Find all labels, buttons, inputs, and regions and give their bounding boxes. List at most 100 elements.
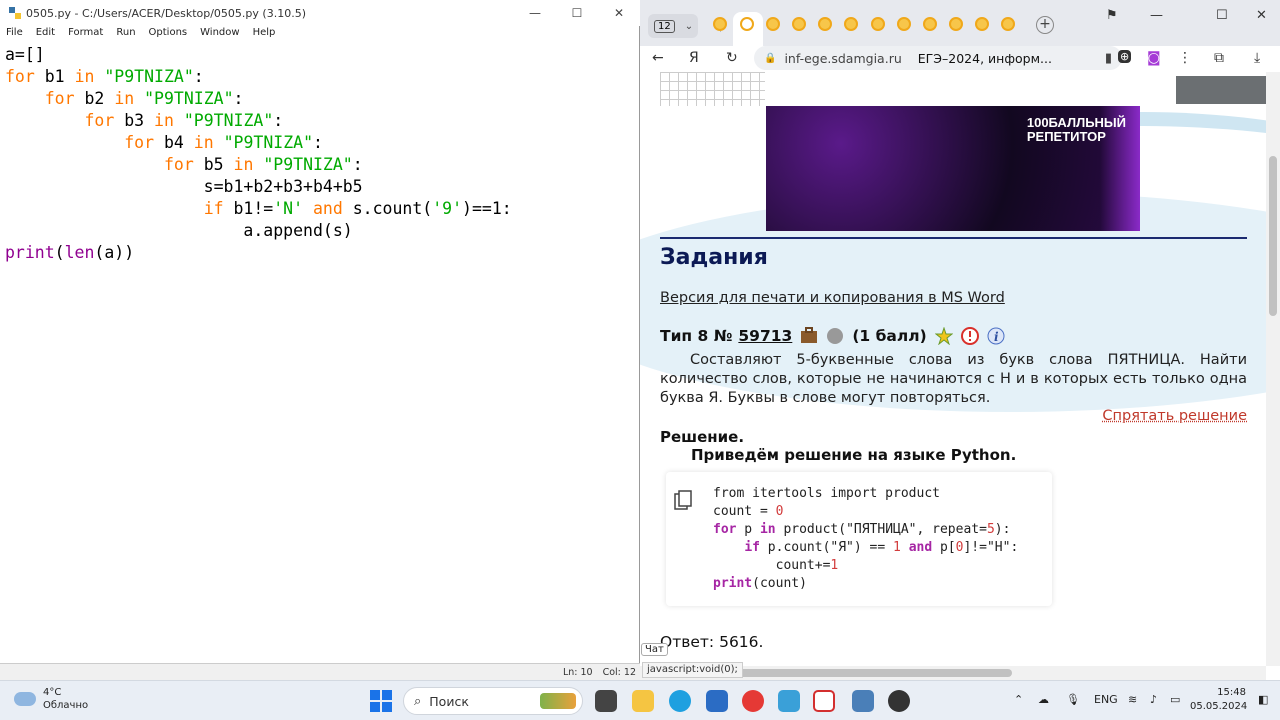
task-type: Тип 8 №: [660, 327, 733, 345]
page-title: ЕГЭ–2024, информ...: [917, 50, 1052, 66]
reload-icon[interactable]: ↻: [726, 50, 738, 66]
download-icon[interactable]: ⤓: [1254, 50, 1260, 66]
tab-favicon[interactable]: [792, 17, 806, 31]
yandex-active-icon[interactable]: [813, 690, 835, 712]
print-version-link[interactable]: Версия для печати и копирования в MS Wor…: [660, 290, 1005, 306]
yandex-icon[interactable]: Я: [689, 50, 699, 66]
alice-icon[interactable]: ◙: [1147, 50, 1161, 66]
windows-logo-pane: [370, 690, 380, 700]
code-line[interactable]: if b1!='N' and s.count('9')==1:: [5, 198, 638, 220]
code-line[interactable]: a=[]: [5, 44, 638, 66]
advertisement-banner[interactable]: 100БАЛЛЬНЫЙ РЕПЕТИТОР: [766, 106, 1140, 231]
tab-strip: 12 ⌄ + ⚑ — ☐ ✕: [640, 0, 1280, 46]
site-logo-grid: [660, 72, 765, 106]
system-clock[interactable]: 15:48 05.05.2024: [1190, 686, 1247, 714]
back-icon[interactable]: ←: [652, 50, 664, 66]
menu-run[interactable]: Run: [110, 26, 142, 42]
info-icon[interactable]: i: [987, 327, 1005, 345]
app-icon[interactable]: [778, 690, 800, 712]
tab-favicon[interactable]: [923, 17, 937, 31]
obs-icon[interactable]: [888, 690, 910, 712]
tab-favicon[interactable]: [766, 17, 780, 31]
task-view-icon[interactable]: [595, 690, 617, 712]
maximize-icon[interactable]: ☐: [556, 0, 598, 26]
python-icon: [9, 7, 21, 19]
task-header: Тип 8 № 59713 (1 балл) i: [660, 327, 1005, 345]
vertical-scrollbar[interactable]: [1266, 72, 1280, 666]
scroll-thumb[interactable]: [732, 669, 1012, 677]
chevron-up-icon[interactable]: ⌃: [1014, 693, 1023, 706]
battery-icon[interactable]: ▭: [1170, 693, 1180, 706]
tab-favicon-active: [740, 17, 754, 31]
yandex-browser-icon[interactable]: [742, 690, 764, 712]
copy-icon[interactable]: [674, 490, 692, 510]
code-line[interactable]: for b5 in "P9TNIZA":: [5, 154, 638, 176]
hide-solution-link[interactable]: Спрятать решение: [1102, 408, 1247, 424]
tab-favicon[interactable]: [949, 17, 963, 31]
store-icon[interactable]: [706, 690, 728, 712]
code-line[interactable]: for b4 in "P9TNIZA":: [5, 132, 638, 154]
tab-favicon[interactable]: [844, 17, 858, 31]
code-line[interactable]: for b2 in "P9TNIZA":: [5, 88, 638, 110]
menu-help[interactable]: Help: [247, 26, 283, 42]
code-line[interactable]: for b3 in "P9TNIZA":: [5, 110, 638, 132]
maximize-icon[interactable]: ☐: [1216, 8, 1228, 23]
file-explorer-icon[interactable]: [632, 690, 654, 712]
report-error-icon[interactable]: [960, 327, 979, 345]
tab-favicon[interactable]: [871, 17, 885, 31]
edge-icon[interactable]: [669, 690, 691, 712]
language-indicator[interactable]: ENG: [1094, 693, 1118, 706]
collections-icon[interactable]: ⧉: [1214, 50, 1224, 66]
code-line[interactable]: a.append(s): [5, 220, 638, 242]
code-token: 'N': [273, 199, 304, 218]
tab-favicon[interactable]: [975, 17, 989, 31]
weather-widget[interactable]: 4°C Облачно: [14, 686, 88, 712]
code-token: for: [84, 111, 115, 130]
more-menu-icon[interactable]: ⋮: [1178, 50, 1192, 66]
close-icon[interactable]: ✕: [1256, 8, 1267, 23]
tab-favicon[interactable]: [818, 17, 832, 31]
code-line[interactable]: s=b1+b2+b3+b4+b5: [5, 176, 638, 198]
bookmark-icon[interactable]: ▮: [1105, 51, 1112, 66]
code-line[interactable]: for b1 in "P9TNIZA":: [5, 66, 638, 88]
code-line[interactable]: print(len(a)): [5, 242, 638, 264]
start-button[interactable]: [370, 690, 392, 712]
lock-icon[interactable]: 🔒: [764, 53, 776, 64]
briefcase-icon[interactable]: [800, 327, 818, 345]
tab-favicon[interactable]: [713, 17, 727, 31]
scroll-thumb[interactable]: [1269, 156, 1277, 316]
notifications-icon[interactable]: ◧: [1258, 693, 1268, 706]
address-bar[interactable]: 🔒 inf-ege.sdamgia.ru ЕГЭ–2024, информ...…: [754, 46, 1122, 70]
tab-favicon[interactable]: [897, 17, 911, 31]
menu-format[interactable]: Format: [62, 26, 110, 42]
bookmark-panel-icon[interactable]: ⚑: [1106, 8, 1118, 23]
menu-options[interactable]: Options: [143, 26, 195, 42]
minimize-icon[interactable]: —: [1150, 8, 1163, 23]
tab-favicon[interactable]: [1001, 17, 1015, 31]
python-taskbar-icon[interactable]: [852, 690, 874, 712]
zoom-icon[interactable]: ⊕: [1118, 50, 1132, 63]
star-icon[interactable]: [934, 327, 953, 345]
microphone-icon[interactable]: 🎙: [1066, 693, 1080, 706]
cloud-sync-icon[interactable]: ☁: [1038, 693, 1049, 706]
new-tab-button[interactable]: +: [1036, 16, 1054, 34]
code-editor[interactable]: a=[] for b1 in "P9TNIZA": for b2 in "P9TN…: [0, 42, 638, 662]
menu-file[interactable]: File: [0, 26, 30, 42]
tab-manager-button[interactable]: 12 ⌄: [648, 14, 698, 38]
close-icon[interactable]: ✕: [598, 0, 640, 26]
wifi-icon[interactable]: ≋: [1128, 693, 1137, 706]
solution-code[interactable]: from itertools import product count = 0 …: [713, 485, 1018, 593]
chat-button[interactable]: Чат: [641, 643, 668, 656]
temperature: 4°C: [43, 687, 62, 698]
taskbar-search[interactable]: ⌕ Поиск: [403, 687, 583, 715]
idle-window-title: 0505.py - C:/Users/ACER/Desktop/0505.py …: [26, 6, 306, 20]
code-token: s=b1+b2+b3+b4+b5: [5, 177, 363, 196]
task-number-link[interactable]: 59713: [738, 327, 792, 345]
menu-window[interactable]: Window: [194, 26, 246, 42]
minimize-icon[interactable]: —: [514, 0, 556, 26]
volume-icon[interactable]: ♪: [1150, 693, 1157, 706]
code-token: for: [163, 155, 194, 174]
menu-edit[interactable]: Edit: [30, 26, 62, 42]
code-token: (a)): [94, 243, 135, 262]
code-token: "P9TNIZA": [223, 133, 313, 152]
